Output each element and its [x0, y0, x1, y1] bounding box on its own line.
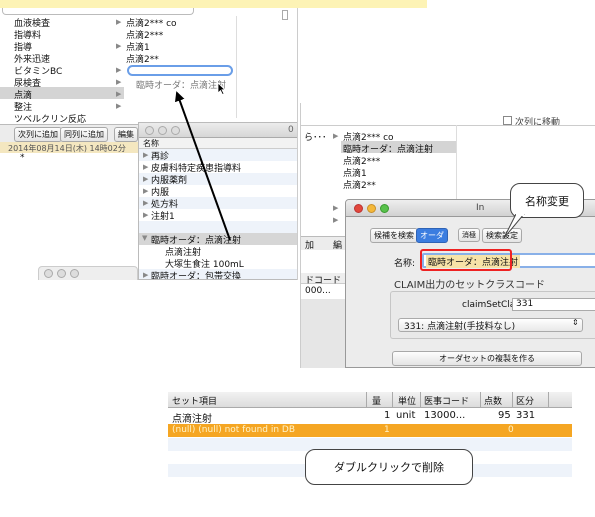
cell-qty: 1: [384, 425, 390, 435]
window-close-button[interactable]: [354, 204, 363, 213]
truncated-item: ら･･･: [304, 133, 327, 143]
claim-select-value: 331: 点滴注射(手技料なし): [404, 322, 516, 332]
claim-set-class-value: 331: [516, 299, 534, 309]
window-title: In: [476, 203, 485, 213]
top-border: [301, 125, 595, 126]
window-minimize-button[interactable]: [367, 204, 376, 213]
cell-qty: 1: [384, 410, 391, 421]
cell-item: (null) (null) not found in DB: [172, 425, 296, 435]
col-divider: [512, 392, 513, 408]
select-arrows-icon: ⇕: [572, 318, 579, 327]
edit-window: 次列に移動 ら･･･ ▶ 点滴2*** co 臨時オーダ：点滴注射 点滴2***…: [300, 103, 595, 368]
gray-area: [301, 299, 349, 368]
move-next-label: 次列に移動: [515, 118, 561, 128]
cell-points: 0: [508, 425, 514, 435]
col-divider: [420, 392, 421, 408]
red-highlight-box: [420, 249, 512, 271]
tab-order[interactable]: オーダ: [416, 228, 448, 243]
tab-search-candidates[interactable]: 候補を検索: [370, 228, 418, 243]
chevron-right-icon: ▶: [333, 132, 339, 140]
column-header-partial: ドコード: [305, 276, 342, 286]
claim-section-title: CLAIM出力のセットクラスコード: [394, 280, 546, 291]
inspector-window: In 候補を検索 オーダ 消極 検索設定 名称: 臨時オーダ：点滴注射 CLAI…: [345, 199, 595, 368]
chevron-right-icon: ▶: [333, 204, 339, 212]
column-header[interactable]: 区分: [516, 394, 534, 407]
delete-callout: ダブルクリックで削除: [305, 449, 473, 485]
delete-callout-text: ダブルクリックで削除: [334, 461, 444, 474]
cell-partial: 000...: [305, 286, 331, 296]
cell-item: 点滴注射: [172, 414, 212, 425]
cell-category: 331: [516, 410, 536, 421]
callout-tail: [503, 214, 525, 239]
truncated-tab[interactable]: 加: [305, 238, 314, 251]
move-next-checkbox[interactable]: [503, 116, 512, 125]
name-label: 名称:: [394, 259, 416, 269]
column-header[interactable]: 医事コード: [424, 394, 469, 407]
column-header[interactable]: 点数: [484, 394, 502, 407]
col-divider: [480, 392, 481, 408]
cell-points: 95: [498, 410, 511, 421]
rename-callout-text: 名称変更: [525, 194, 569, 208]
col-divider: [392, 392, 393, 408]
duplicate-order-set-button[interactable]: オーダセットの複製を作る: [392, 351, 582, 366]
table-row[interactable]: [168, 409, 572, 423]
tab-extra[interactable]: 消極: [458, 228, 480, 242]
column-header[interactable]: 量: [372, 394, 381, 407]
rename-callout: 名称変更: [510, 183, 584, 218]
window-zoom-button[interactable]: [380, 204, 389, 213]
column-header[interactable]: セット項目: [172, 394, 217, 407]
cell-code: 13000...: [424, 410, 466, 421]
column-header[interactable]: 単位: [398, 394, 416, 407]
list-item[interactable]: 点滴2**: [343, 178, 376, 191]
chevron-right-icon: ▶: [333, 216, 339, 224]
col-divider: [548, 392, 549, 408]
col-divider: [366, 392, 367, 408]
cell-unit: unit: [396, 410, 416, 421]
truncated-tab[interactable]: 編: [333, 238, 342, 251]
